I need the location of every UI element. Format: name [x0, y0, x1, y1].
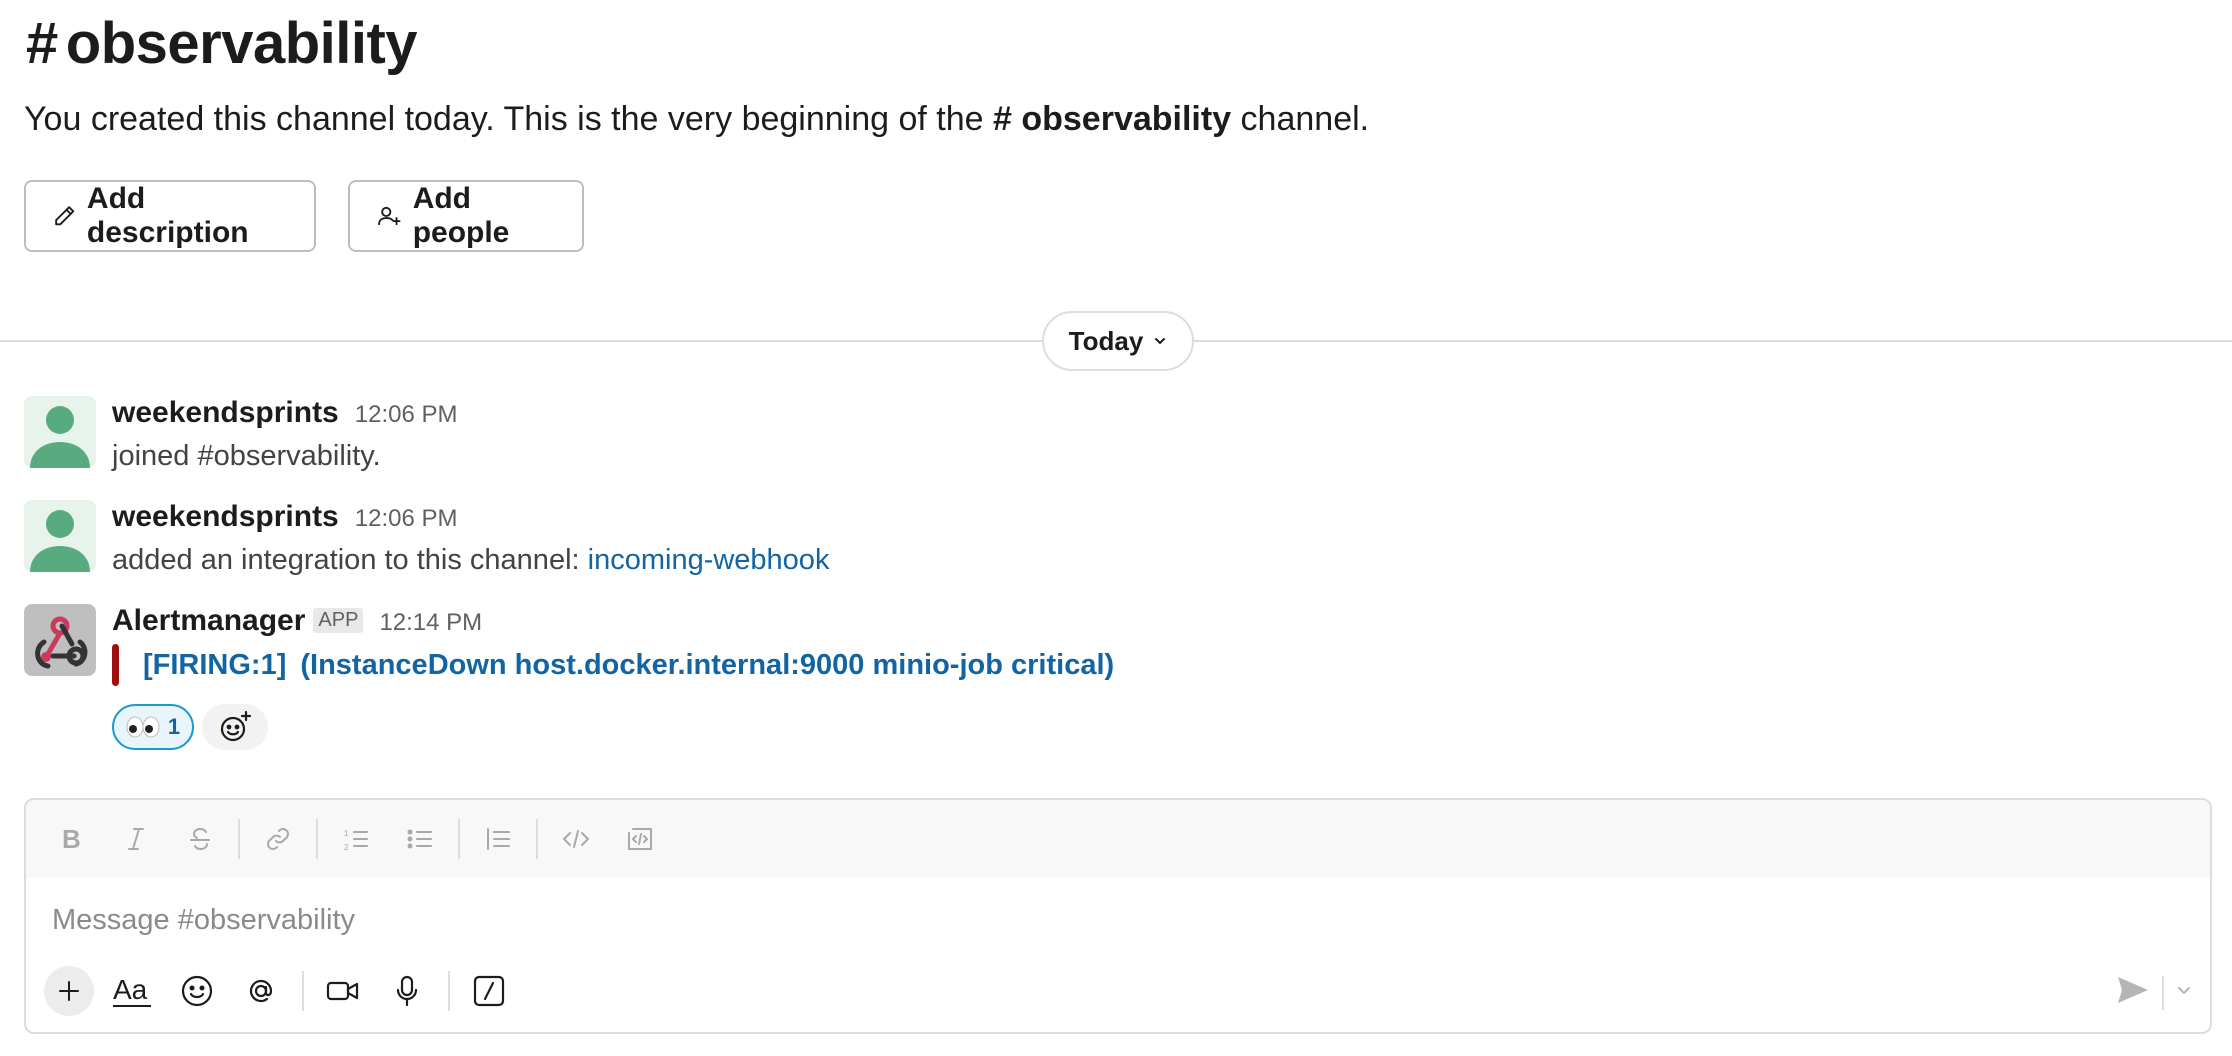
message-text: added an integration to this channel: in…: [112, 544, 829, 577]
reaction-pill[interactable]: 1: [112, 704, 194, 750]
link-button[interactable]: [250, 811, 306, 867]
strikethrough-icon: [190, 827, 210, 851]
italic-button[interactable]: [108, 811, 164, 867]
bold-icon: B: [62, 825, 81, 853]
message-header: weekendsprints 12:06 PM: [112, 396, 457, 430]
bold-button[interactable]: B: [44, 811, 100, 867]
message-composer: B 12 Message #observability Aa: [24, 798, 2212, 1034]
channel-intro-text: You created this channel today. This is …: [24, 100, 1369, 139]
date-divider-button[interactable]: Today: [1042, 311, 1194, 371]
alert-attachment: [FIRING:1] (InstanceDown host.docker.inte…: [112, 644, 1114, 686]
alert-title-link[interactable]: [FIRING:1] (InstanceDown host.docker.inte…: [143, 649, 1114, 682]
app-badge: APP: [313, 608, 364, 633]
add-people-label: Add people: [412, 182, 510, 249]
channel-name: observability: [65, 11, 418, 76]
italic-icon: [128, 828, 144, 850]
add-reaction-button[interactable]: [202, 704, 268, 750]
reactions-bar: 1: [112, 704, 268, 750]
microphone-icon: [396, 975, 418, 1007]
user-avatar-icon: [30, 510, 90, 572]
svg-text:2: 2: [344, 843, 349, 852]
add-person-icon: [378, 206, 401, 226]
svg-text:Aa: Aa: [113, 974, 148, 1005]
shortcuts-button[interactable]: [464, 966, 514, 1016]
toolbar-separator: [458, 819, 460, 859]
message-header: Alertmanager APP 12:14 PM: [112, 604, 482, 638]
add-description-button[interactable]: Add description: [24, 180, 316, 252]
svg-text:B: B: [62, 825, 81, 853]
timestamp[interactable]: 12:14 PM: [379, 609, 482, 637]
alert-status: [FIRING:1]: [143, 648, 287, 681]
toolbar-separator: [536, 819, 538, 859]
video-icon: [326, 981, 359, 1001]
eyes-emoji-icon: [126, 716, 160, 738]
send-icon: [2118, 977, 2148, 1003]
send-controls: [2116, 975, 2192, 1010]
ordered-list-icon: 12: [344, 829, 368, 852]
strikethrough-button[interactable]: [172, 811, 228, 867]
channel-title: # observability: [26, 10, 418, 77]
plus-icon: [59, 981, 79, 1001]
text-format-button[interactable]: Aa: [108, 966, 158, 1016]
add-emoji-icon: [220, 710, 252, 742]
intro-prefix: You created this channel today. This is …: [24, 100, 993, 138]
message-input[interactable]: [52, 898, 2052, 942]
webhook-icon: [35, 616, 88, 669]
emoji-button[interactable]: [172, 966, 222, 1016]
code-block-icon: [628, 828, 652, 850]
audio-clip-button[interactable]: [382, 966, 432, 1016]
sender-name[interactable]: weekendsprints: [112, 396, 339, 430]
avatar[interactable]: [24, 604, 96, 676]
alert-text: (InstanceDown host.docker.internal:9000 …: [300, 648, 1115, 681]
send-button[interactable]: [2116, 975, 2150, 1010]
pencil-icon: [55, 206, 75, 226]
ordered-list-button[interactable]: 12: [328, 811, 384, 867]
mention-button[interactable]: [236, 966, 286, 1016]
add-description-label: Add description: [86, 182, 249, 249]
attach-button[interactable]: [44, 966, 94, 1016]
bulleted-list-button[interactable]: [392, 811, 448, 867]
toolbar-separator: [302, 971, 304, 1011]
link-icon: [267, 828, 289, 850]
blockquote-icon: [487, 828, 510, 850]
code-icon: [563, 830, 589, 848]
composer-toolbar: Aa: [44, 966, 528, 1016]
user-avatar-icon: [30, 406, 90, 468]
bulleted-list-icon: [407, 829, 432, 849]
mention-icon: [249, 979, 273, 1003]
reaction-count: 1: [167, 714, 181, 739]
chevron-down-icon: [1155, 338, 1166, 345]
toolbar-separator: [238, 819, 240, 859]
intro-suffix: channel.: [1231, 100, 1370, 138]
code-block-button[interactable]: [612, 811, 668, 867]
add-people-button[interactable]: Add people: [348, 180, 584, 252]
timestamp[interactable]: 12:06 PM: [355, 505, 458, 533]
message-header: weekendsprints 12:06 PM: [112, 500, 457, 534]
intro-channel-name[interactable]: # observability: [993, 100, 1231, 138]
channel-hash-icon: #: [26, 11, 58, 76]
toolbar-separator: [316, 819, 318, 859]
date-divider-label: Today: [1068, 325, 1144, 356]
chevron-down-icon: [2178, 986, 2190, 994]
text-format-icon: Aa: [113, 974, 151, 1007]
code-button[interactable]: [548, 811, 604, 867]
attachment-color-bar: [112, 644, 119, 686]
slash-command-icon: [473, 975, 505, 1007]
avatar[interactable]: [24, 396, 96, 468]
toolbar-separator: [2162, 975, 2164, 1010]
sender-name[interactable]: weekendsprints: [112, 500, 339, 534]
video-button[interactable]: [318, 966, 368, 1016]
toolbar-separator: [448, 971, 450, 1011]
sender-name[interactable]: Alertmanager: [112, 604, 305, 638]
formatting-toolbar: B 12: [26, 800, 2210, 878]
avatar[interactable]: [24, 500, 96, 572]
message-text-prefix: added an integration to this channel:: [112, 544, 588, 576]
timestamp[interactable]: 12:06 PM: [355, 401, 458, 429]
integration-link[interactable]: incoming-webhook: [588, 544, 830, 576]
emoji-icon: [181, 975, 213, 1007]
svg-text:1: 1: [344, 829, 349, 838]
schedule-send-button[interactable]: [2176, 984, 2192, 1002]
message-text: joined #observability.: [112, 440, 381, 472]
blockquote-button[interactable]: [470, 811, 526, 867]
